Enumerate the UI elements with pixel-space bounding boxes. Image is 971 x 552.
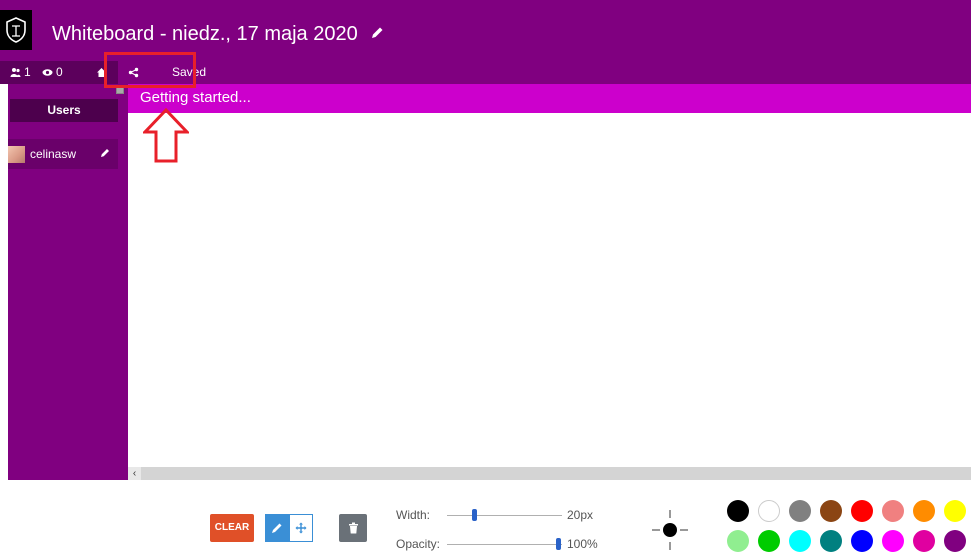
brush-icon [272, 523, 282, 533]
crosshair-icon [652, 510, 688, 550]
opacity-slider-thumb[interactable] [556, 538, 561, 550]
trash-icon [348, 522, 358, 534]
color-swatch[interactable] [820, 500, 842, 522]
viewers-count: 0 [56, 65, 63, 79]
highlight-box [104, 52, 196, 88]
draw-tool-button[interactable] [265, 514, 289, 542]
shield-logo-icon[interactable] [0, 10, 32, 50]
delete-button[interactable] [339, 514, 367, 542]
width-slider-thumb[interactable] [471, 509, 477, 521]
color-swatch[interactable] [727, 500, 749, 522]
user-name: celinasw [30, 147, 77, 161]
color-swatch[interactable] [789, 530, 811, 552]
drawing-canvas[interactable] [128, 113, 971, 467]
user-list-item[interactable]: celinasw [8, 139, 118, 169]
color-swatch[interactable] [882, 530, 904, 552]
opacity-label: Opacity: [396, 537, 441, 551]
color-swatch[interactable] [789, 500, 811, 522]
pencil-icon[interactable] [100, 148, 110, 158]
status-text: Getting started... [140, 89, 251, 106]
whiteboard-app: Whiteboard - niedz., 17 maja 2020 1 0 Sa… [0, 0, 971, 552]
arrow-up-icon [143, 108, 189, 163]
move-tool-button[interactable] [289, 514, 313, 542]
avatar [8, 145, 25, 163]
color-swatch[interactable] [913, 530, 935, 552]
color-swatch[interactable] [913, 500, 935, 522]
color-swatch[interactable] [758, 500, 780, 522]
viewers-counter: 0 [42, 61, 63, 84]
pencil-icon[interactable] [370, 26, 384, 40]
horizontal-scrollbar[interactable]: ‹ [128, 467, 971, 480]
opacity-slider[interactable] [447, 544, 562, 545]
width-label: Width: [396, 508, 431, 522]
eye-icon [42, 69, 53, 76]
move-icon [295, 522, 307, 534]
users-counter: 1 [10, 61, 31, 84]
users-icon [10, 68, 21, 77]
width-slider[interactable] [447, 515, 562, 516]
color-swatch[interactable] [820, 530, 842, 552]
page-title[interactable]: Whiteboard - niedz., 17 maja 2020 [52, 22, 358, 46]
users-header: Users [10, 99, 118, 122]
color-swatch[interactable] [944, 530, 966, 552]
color-swatch[interactable] [851, 530, 873, 552]
scroll-left-icon[interactable]: ‹ [128, 467, 141, 480]
status-bar: Getting started... [128, 84, 971, 113]
opacity-value: 100% [567, 537, 598, 551]
color-swatch[interactable] [758, 530, 780, 552]
clear-button[interactable]: CLEAR [210, 514, 254, 542]
width-value: 20px [567, 508, 594, 522]
color-swatch[interactable] [727, 530, 749, 552]
color-swatch[interactable] [944, 500, 966, 522]
color-swatch[interactable] [882, 500, 904, 522]
users-count: 1 [24, 65, 31, 79]
color-swatch[interactable] [851, 500, 873, 522]
users-sidebar: Users celinasw [8, 84, 128, 480]
